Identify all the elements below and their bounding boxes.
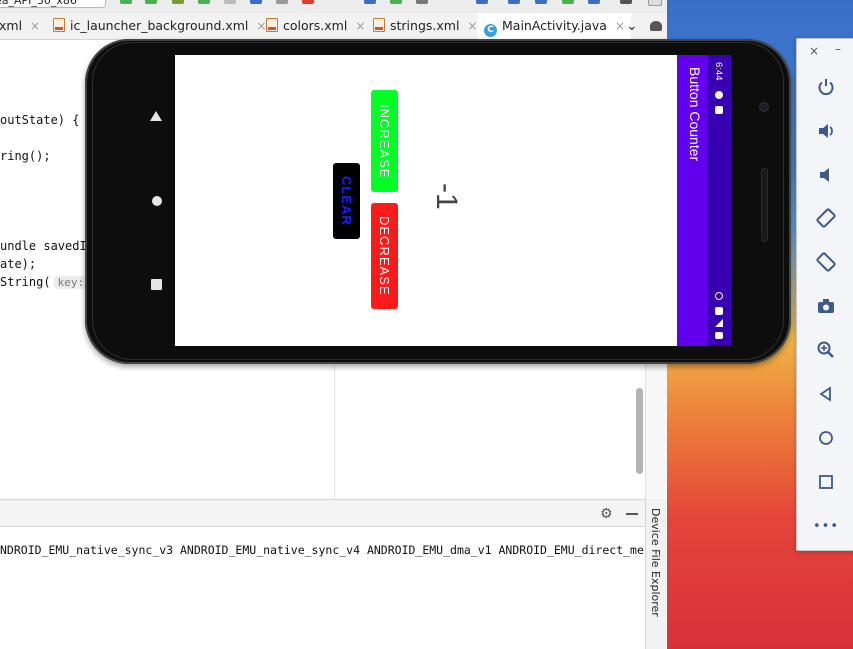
close-icon[interactable]: × bbox=[615, 19, 625, 33]
xml-file-icon bbox=[373, 18, 385, 32]
editor-divider bbox=[334, 362, 335, 499]
code-line[interactable]: outState) { bbox=[0, 113, 79, 127]
emulator-controls-panel: × – ••• bbox=[796, 38, 853, 551]
overview-icon[interactable] bbox=[797, 467, 853, 497]
device-file-explorer-label: Device File Explorer bbox=[649, 508, 662, 617]
apply-changes-icon[interactable] bbox=[120, 0, 132, 4]
minimize-icon[interactable]: – bbox=[835, 42, 841, 56]
rotate-right-icon[interactable] bbox=[797, 247, 853, 277]
increase-label: INCREASE bbox=[377, 103, 392, 179]
minimize-icon[interactable] bbox=[626, 513, 638, 515]
code-line[interactable]: ring(); bbox=[0, 149, 51, 163]
sdk-manager-icon[interactable] bbox=[562, 0, 574, 4]
xml-file-icon bbox=[266, 18, 278, 32]
attach-debugger-icon[interactable] bbox=[250, 0, 262, 4]
zoom-icon[interactable] bbox=[797, 335, 853, 365]
log-output: NDROID_EMU_native_sync_v3 ANDROID_EMU_na… bbox=[0, 543, 644, 557]
tab-main-activity[interactable]: C MainActivity.java × bbox=[478, 13, 632, 41]
tab-label: strings.xml bbox=[390, 18, 460, 33]
stop-icon[interactable] bbox=[302, 0, 314, 4]
app-title: Button Counter bbox=[687, 67, 703, 162]
tab-label: MainActivity.java bbox=[502, 18, 607, 33]
decrease-label: DECREASE bbox=[377, 216, 392, 296]
status-time: 6:44 bbox=[713, 62, 724, 81]
wifi-icon bbox=[715, 307, 723, 315]
tab-label: ic_launcher_background.xml bbox=[70, 18, 249, 33]
tab-overflow-icon[interactable]: ⌄ bbox=[626, 13, 638, 39]
home-nav-icon[interactable] bbox=[152, 196, 162, 206]
sync-icon[interactable] bbox=[276, 0, 288, 4]
home-icon[interactable] bbox=[797, 423, 853, 453]
history-icon[interactable] bbox=[416, 0, 428, 4]
logcat-panel-header bbox=[0, 499, 645, 527]
tab-colors[interactable]: colors.xml × bbox=[266, 13, 365, 39]
run-tests-icon[interactable] bbox=[172, 0, 184, 4]
avd-manager-icon[interactable] bbox=[535, 0, 547, 4]
increase-button[interactable]: INCREASE bbox=[371, 90, 398, 192]
camera-icon[interactable] bbox=[797, 291, 853, 321]
speaker-grille bbox=[761, 168, 768, 242]
ide-toolbar: ea_API_30_x86 bbox=[0, 0, 667, 13]
code-line[interactable]: String(key: bbox=[0, 275, 89, 289]
signal-icon bbox=[715, 319, 723, 327]
tab-label: xml bbox=[0, 18, 23, 33]
close-icon[interactable]: × bbox=[256, 19, 266, 33]
power-icon[interactable] bbox=[797, 72, 853, 102]
search-icon[interactable] bbox=[620, 0, 632, 4]
gear-icon[interactable]: ⚙ bbox=[600, 507, 613, 521]
sim-icon bbox=[715, 106, 723, 114]
parameter-hint: key: bbox=[53, 276, 89, 289]
git-update-icon[interactable] bbox=[364, 0, 376, 4]
tab-strings[interactable]: strings.xml × bbox=[373, 13, 477, 39]
tab-label: colors.xml bbox=[283, 18, 348, 33]
tab-xml[interactable]: xml × bbox=[0, 13, 40, 39]
apply-code-changes-icon[interactable] bbox=[145, 0, 157, 4]
code-text: String( bbox=[0, 275, 51, 289]
recents-nav-icon[interactable] bbox=[151, 279, 162, 290]
clear-button[interactable]: CLEAR bbox=[333, 163, 360, 239]
close-icon[interactable]: × bbox=[467, 19, 477, 33]
volume-down-icon[interactable] bbox=[797, 160, 853, 190]
device-screen: Button Counter 6:44 INCREASE DECREASE CL… bbox=[175, 55, 731, 346]
counter-value: -1 bbox=[430, 183, 463, 210]
java-class-icon: C bbox=[484, 24, 497, 37]
close-icon[interactable]: × bbox=[30, 19, 40, 33]
more-icon[interactable]: ••• bbox=[797, 511, 853, 541]
account-icon[interactable] bbox=[648, 0, 662, 6]
xml-file-icon bbox=[53, 18, 65, 32]
rotate-left-icon[interactable] bbox=[797, 203, 853, 233]
back-nav-icon[interactable] bbox=[150, 111, 162, 121]
alarm-icon bbox=[715, 292, 723, 300]
notification-icon bbox=[715, 91, 723, 99]
layout-inspector-icon[interactable] bbox=[588, 0, 600, 4]
editor-scrollbar[interactable] bbox=[636, 388, 643, 474]
close-icon[interactable]: × bbox=[355, 19, 365, 33]
code-line[interactable]: ate); bbox=[0, 257, 36, 271]
front-camera-icon bbox=[759, 102, 769, 112]
tab-ic-launcher-background[interactable]: ic_launcher_background.xml × bbox=[53, 13, 266, 39]
code-line[interactable]: undle savedI bbox=[0, 239, 87, 253]
profile-icon[interactable] bbox=[224, 0, 236, 4]
back-icon[interactable] bbox=[797, 379, 853, 409]
git-commit-icon[interactable] bbox=[390, 0, 402, 4]
close-icon[interactable]: × bbox=[809, 44, 819, 58]
battery-icon bbox=[715, 332, 723, 339]
clear-label: CLEAR bbox=[339, 176, 354, 226]
device-file-explorer-tab[interactable]: Device File Explorer bbox=[645, 508, 667, 638]
volume-up-icon[interactable] bbox=[797, 116, 853, 146]
device-selector[interactable]: ea_API_30_x86 bbox=[0, 0, 106, 8]
decrease-button[interactable]: DECREASE bbox=[371, 203, 398, 309]
structure-icon[interactable] bbox=[476, 0, 488, 4]
editor-tab-bar: xml × ic_launcher_background.xml × colors.… bbox=[0, 13, 667, 41]
debug-icon[interactable] bbox=[198, 0, 210, 4]
gradle-elephant-icon[interactable] bbox=[650, 21, 662, 31]
gradle-sync-icon[interactable] bbox=[508, 0, 520, 4]
